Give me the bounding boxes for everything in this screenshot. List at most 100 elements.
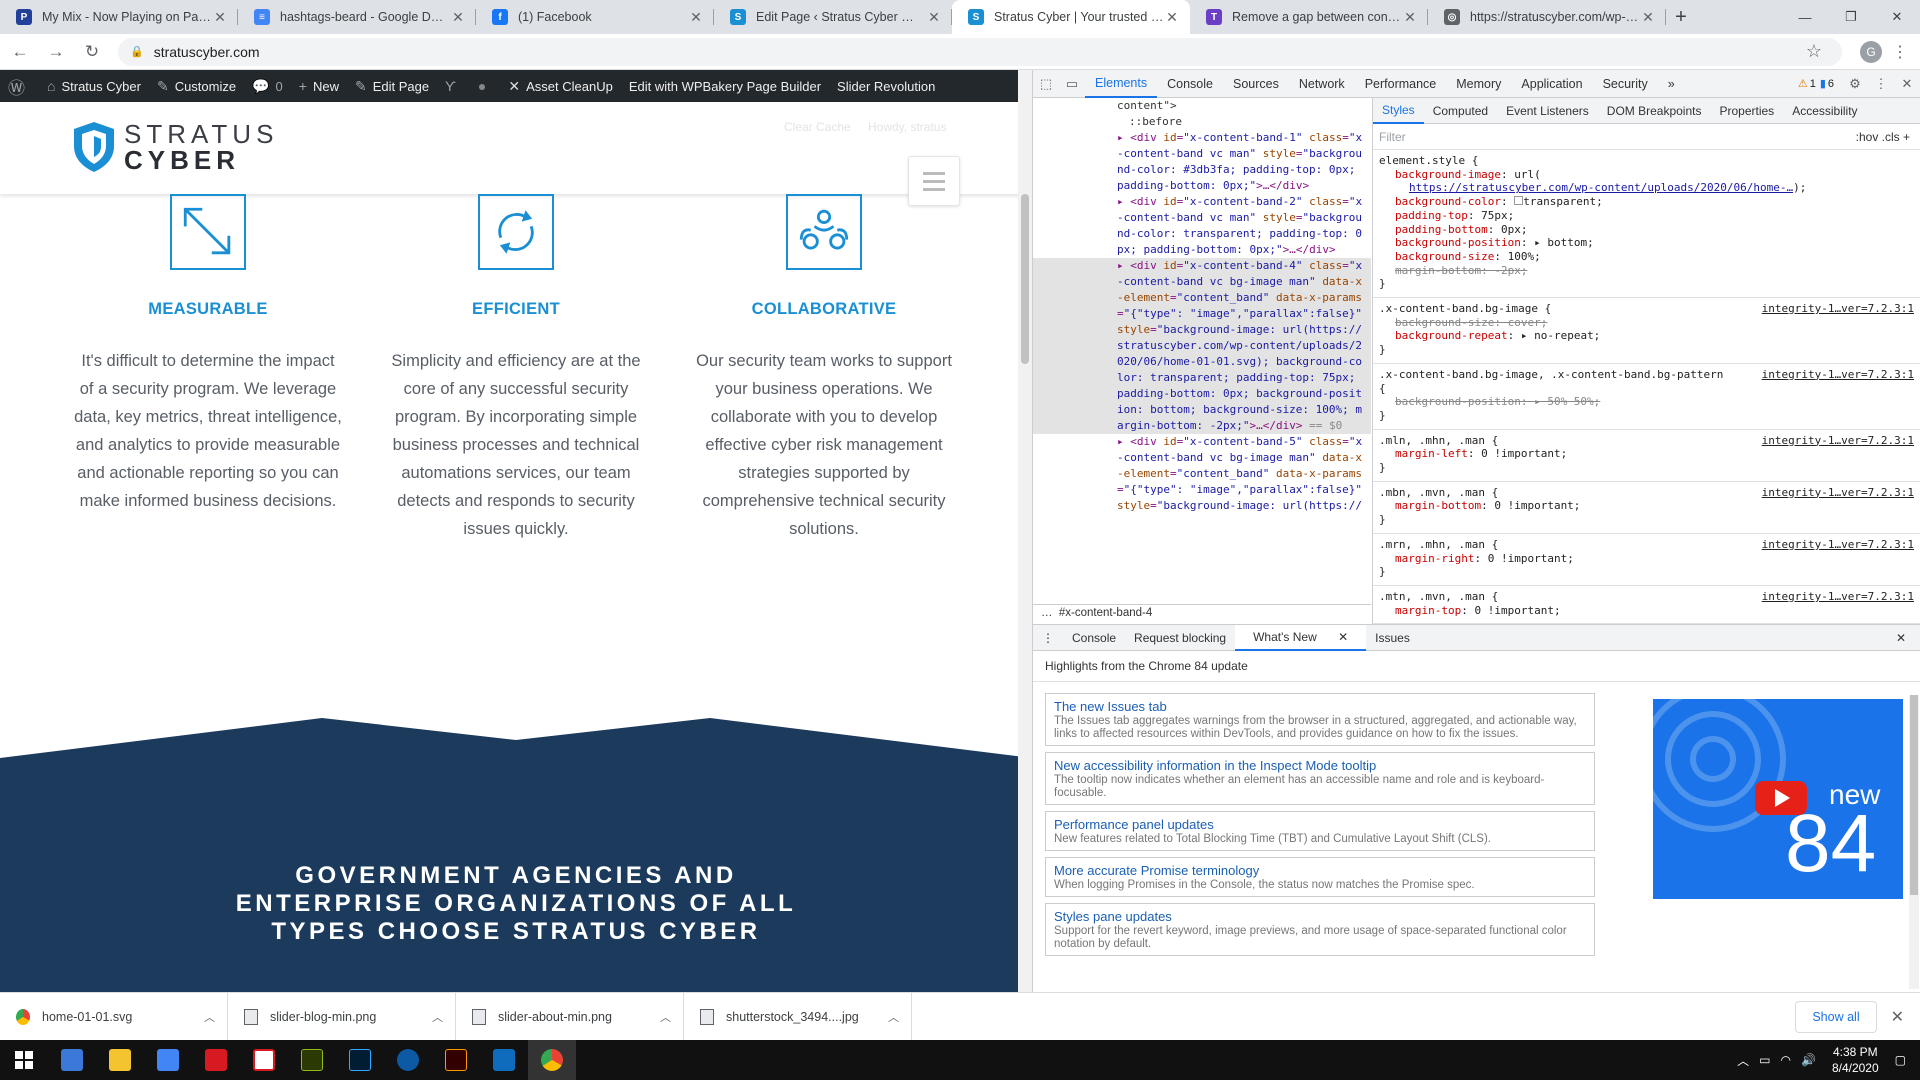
- download-item[interactable]: home-01-01.svg ︿: [0, 992, 228, 1041]
- download-item[interactable]: slider-blog-min.png ︿: [228, 992, 456, 1041]
- tab-network[interactable]: Network: [1289, 70, 1355, 98]
- whats-new-title[interactable]: The new Issues tab: [1054, 698, 1586, 715]
- page-scrollbar[interactable]: [1018, 70, 1032, 992]
- drawer-tab-issues[interactable]: Issues: [1366, 625, 1419, 651]
- download-item[interactable]: shutterstock_3494....jpg ︿: [684, 992, 912, 1041]
- chrome-84-video-thumbnail[interactable]: new 84: [1653, 699, 1903, 899]
- drawer-menu-icon[interactable]: ⋮: [1033, 625, 1063, 651]
- photoshop-icon[interactable]: [336, 1040, 384, 1080]
- whats-new-title[interactable]: New accessibility information in the Ins…: [1054, 757, 1586, 774]
- whats-new-title[interactable]: Styles pane updates: [1054, 908, 1586, 925]
- whats-new-item[interactable]: Styles pane updates Support for the rever…: [1045, 903, 1595, 956]
- whats-new-item[interactable]: Performance panel updates New features re…: [1045, 811, 1595, 851]
- dom-node-band-2[interactable]: ▸ <div id="x-content-band-2" class="x-co…: [1033, 194, 1371, 258]
- admin-new-link[interactable]: + New: [299, 78, 339, 94]
- dom-breadcrumb[interactable]: … #x-content-band-4: [1033, 604, 1371, 624]
- close-downloads-icon[interactable]: ✕: [1891, 1007, 1904, 1027]
- dreamweaver-icon[interactable]: [288, 1040, 336, 1080]
- dom-line[interactable]: ::before: [1033, 114, 1371, 130]
- acrobat-icon[interactable]: [192, 1040, 240, 1080]
- style-rule-mrn[interactable]: integrity-1…ver=7.2.3:1 .mrn, .mhn, .man …: [1373, 534, 1920, 586]
- devtools-menu-icon[interactable]: ⋮: [1868, 70, 1894, 98]
- browser-tab[interactable]: S Stratus Cyber | Your trusted enterprise…: [952, 0, 1190, 34]
- edge-icon[interactable]: [384, 1040, 432, 1080]
- close-tab-icon[interactable]: ✕: [688, 9, 704, 26]
- browser-tab[interactable]: P My Mix - Now Playing on Pandora ✕: [0, 0, 238, 34]
- dom-line[interactable]: content">: [1033, 98, 1371, 114]
- drawer-scroll-thumb[interactable]: [1910, 695, 1918, 895]
- close-tab-icon[interactable]: ✕: [926, 9, 942, 26]
- bookmark-star-icon[interactable]: ☆: [1806, 41, 1822, 62]
- admin-site-link[interactable]: ⌂ Stratus Cyber: [47, 78, 141, 94]
- style-rule-element[interactable]: element.style { background-image: url( h…: [1373, 150, 1920, 299]
- close-devtools-icon[interactable]: ✕: [1894, 70, 1920, 98]
- tab-memory[interactable]: Memory: [1446, 70, 1511, 98]
- close-tab-icon[interactable]: ✕: [450, 9, 466, 26]
- more-tabs-chevron-icon[interactable]: »: [1658, 70, 1685, 98]
- close-tab-icon[interactable]: ✕: [1402, 9, 1418, 26]
- admin-edit-page-link[interactable]: ✎ Edit Page: [355, 78, 429, 95]
- style-rule-mln[interactable]: integrity-1…ver=7.2.3:1 .mln, .mhn, .man …: [1373, 430, 1920, 482]
- whats-new-item[interactable]: More accurate Promise terminology When lo…: [1045, 857, 1595, 897]
- style-rule-mtn[interactable]: integrity-1…ver=7.2.3:1 .mtn, .mvn, .man …: [1373, 586, 1920, 624]
- browser-tab[interactable]: T Remove a gap between content band✕: [1190, 0, 1428, 34]
- drawer-tab-whats-new[interactable]: What's New ✕: [1235, 624, 1367, 651]
- google-docs-app-icon[interactable]: [144, 1040, 192, 1080]
- tab-properties[interactable]: Properties: [1710, 98, 1783, 124]
- browser-tab[interactable]: S Edit Page ‹ Stratus Cyber — WordPress✕: [714, 0, 952, 34]
- whats-new-item[interactable]: New accessibility information in the Ins…: [1045, 752, 1595, 805]
- slider-revolution-link[interactable]: Slider Revolution: [837, 79, 935, 94]
- tab-styles[interactable]: Styles: [1373, 98, 1424, 124]
- file-explorer-icon[interactable]: [96, 1040, 144, 1080]
- stratus-cyber-logo[interactable]: STRATUS CYBER: [72, 120, 278, 174]
- wordpress-logo-icon[interactable]: Ⓦ: [8, 74, 31, 99]
- close-tab-icon[interactable]: ✕: [1329, 624, 1357, 650]
- drawer-tab-request-blocking[interactable]: Request blocking: [1125, 625, 1235, 651]
- device-toolbar-icon[interactable]: ▭: [1059, 70, 1085, 98]
- drawer-scrollbar[interactable]: [1909, 695, 1919, 989]
- url-field[interactable]: 🔒 stratuscyber.com ☆: [118, 37, 1842, 66]
- download-item[interactable]: slider-about-min.png ︿: [456, 992, 684, 1041]
- settings-gear-icon[interactable]: ⚙: [1842, 70, 1868, 98]
- illustrator-icon[interactable]: [432, 1040, 480, 1080]
- hov-cls-toggles[interactable]: :hov .cls +: [1856, 130, 1910, 144]
- browser-tab[interactable]: f (1) Facebook ✕: [476, 0, 714, 34]
- style-rule-mbn[interactable]: integrity-1…ver=7.2.3:1 .mbn, .mvn, .man …: [1373, 482, 1920, 534]
- close-tab-icon[interactable]: ✕: [212, 9, 228, 26]
- clear-cache-link[interactable]: Clear Cache: [784, 120, 851, 134]
- style-rule-bg-pattern[interactable]: integrity-1…ver=7.2.3:1 .x-content-band.b…: [1373, 364, 1920, 430]
- windows-start-icon[interactable]: [0, 1040, 48, 1080]
- show-all-button[interactable]: Show all: [1795, 1000, 1877, 1033]
- tab-computed[interactable]: Computed: [1424, 98, 1497, 124]
- browser-tab[interactable]: ◎ https://stratuscyber.com/wp-content✕: [1428, 0, 1666, 34]
- tab-sources[interactable]: Sources: [1223, 70, 1289, 98]
- wifi-icon[interactable]: ◠: [1781, 1053, 1791, 1067]
- chevron-up-icon[interactable]: ︿: [432, 1009, 443, 1025]
- outlook-icon[interactable]: [480, 1040, 528, 1080]
- photo-viewer-icon[interactable]: [48, 1040, 96, 1080]
- tab-elements[interactable]: Elements: [1085, 70, 1158, 98]
- chevron-up-icon[interactable]: ︿: [660, 1009, 671, 1025]
- system-clock[interactable]: 4:38 PM 8/4/2020: [1832, 1044, 1879, 1076]
- chevron-up-icon[interactable]: ︿: [888, 1009, 899, 1025]
- asset-cleanup-link[interactable]: ✕ Asset CleanUp: [508, 78, 612, 95]
- browser-menu-icon[interactable]: ⋮: [1892, 42, 1908, 62]
- new-tab-button[interactable]: +: [1666, 0, 1696, 34]
- dom-node-band-1[interactable]: ▸ <div id="x-content-band-1" class="x-co…: [1033, 130, 1371, 194]
- forward-icon[interactable]: →: [40, 36, 72, 68]
- page-scroll-thumb[interactable]: [1021, 194, 1029, 364]
- whats-new-title[interactable]: More accurate Promise terminology: [1054, 862, 1586, 879]
- breadcrumb-selected[interactable]: #x-content-band-4: [1059, 607, 1152, 619]
- styles-filter-input[interactable]: Filter: [1379, 130, 1406, 144]
- close-tab-icon[interactable]: ✕: [1164, 9, 1180, 26]
- close-tab-icon[interactable]: ✕: [1640, 9, 1656, 26]
- wpbakery-link[interactable]: Edit with WPBakery Page Builder: [629, 79, 821, 94]
- minimize-button[interactable]: —: [1782, 0, 1828, 34]
- lock-icon[interactable]: 🔒: [130, 45, 144, 58]
- dom-node-band-4-selected[interactable]: ▸ <div id="x-content-band-4" class="x-co…: [1033, 258, 1371, 434]
- battery-icon[interactable]: ▭: [1759, 1053, 1770, 1067]
- tab-performance[interactable]: Performance: [1355, 70, 1447, 98]
- whats-new-title[interactable]: Performance panel updates: [1054, 816, 1586, 833]
- inspect-element-icon[interactable]: ⬚: [1033, 70, 1059, 98]
- chrome-taskbar-icon[interactable]: [528, 1040, 576, 1080]
